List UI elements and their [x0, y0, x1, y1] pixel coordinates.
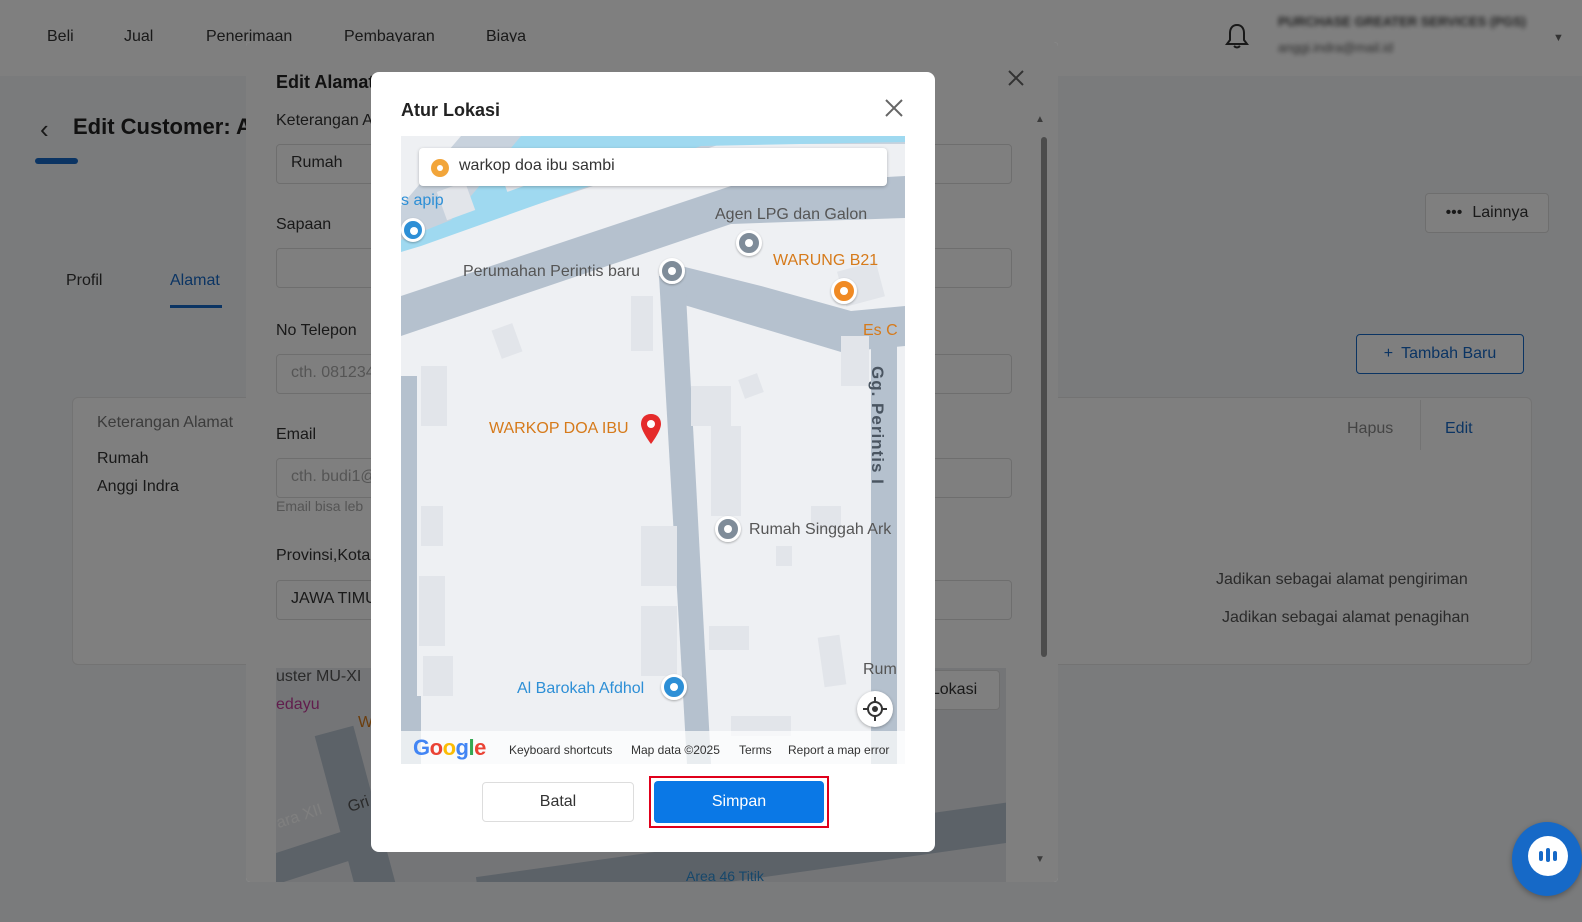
selected-place-label[interactable]: WARKOP DOA IBU — [489, 420, 629, 438]
google-logo: Google — [413, 735, 486, 760]
poi-pin-icon[interactable] — [736, 230, 762, 256]
poi-apip[interactable]: s apip — [401, 192, 444, 210]
poi-es[interactable]: Es C — [863, 322, 898, 340]
poi-warung[interactable]: WARUNG B21 — [773, 252, 878, 270]
map-search-value: warkop doa ibu sambi — [459, 157, 615, 174]
simpan-button[interactable]: Simpan — [654, 781, 824, 823]
map-search-input[interactable]: warkop doa ibu sambi — [419, 148, 887, 186]
report-map-error-link[interactable]: Report a map error — [788, 743, 889, 757]
map-canvas[interactable]: warkop doa ibu sambi s apip Agen LPG dan… — [401, 136, 905, 764]
poi-pin-icon[interactable] — [659, 258, 685, 284]
street-label: Gg. Perintis I — [868, 366, 887, 485]
map-roads — [401, 136, 905, 764]
chat-icon — [1528, 836, 1568, 876]
close-icon[interactable] — [883, 97, 905, 119]
selected-location-pin-icon[interactable] — [641, 414, 661, 444]
crosshair-icon — [863, 697, 887, 721]
location-modal-title: Atur Lokasi — [401, 100, 501, 120]
batal-button[interactable]: Batal — [482, 782, 634, 822]
atur-lokasi-modal: Atur Lokasi warkop doa ibu sambi s apip … — [371, 72, 935, 852]
poi-rum[interactable]: Rum — [863, 661, 897, 679]
poi-rumah-singgah[interactable]: Rumah Singgah Ark — [749, 521, 891, 539]
terms-link[interactable]: Terms — [739, 743, 772, 757]
restaurant-icon[interactable] — [831, 278, 857, 304]
shopping-cart-icon[interactable] — [661, 674, 687, 700]
map-data-text: Map data ©2025 — [631, 743, 720, 757]
lock-icon[interactable] — [401, 218, 425, 242]
poi-perumahan[interactable]: Perumahan Perintis baru — [463, 263, 640, 281]
poi-pin-icon[interactable] — [715, 516, 741, 542]
poi-agen-lpg[interactable]: Agen LPG dan Galon — [715, 206, 867, 224]
my-location-button[interactable] — [857, 691, 893, 727]
place-marker-icon — [431, 159, 449, 177]
keyboard-shortcuts-link[interactable]: Keyboard shortcuts — [509, 743, 612, 757]
poi-al-barokah[interactable]: Al Barokah Afdhol — [517, 680, 644, 698]
map-footer: Google Keyboard shortcuts Map data ©2025… — [401, 731, 905, 764]
chat-support-button[interactable] — [1512, 822, 1582, 896]
